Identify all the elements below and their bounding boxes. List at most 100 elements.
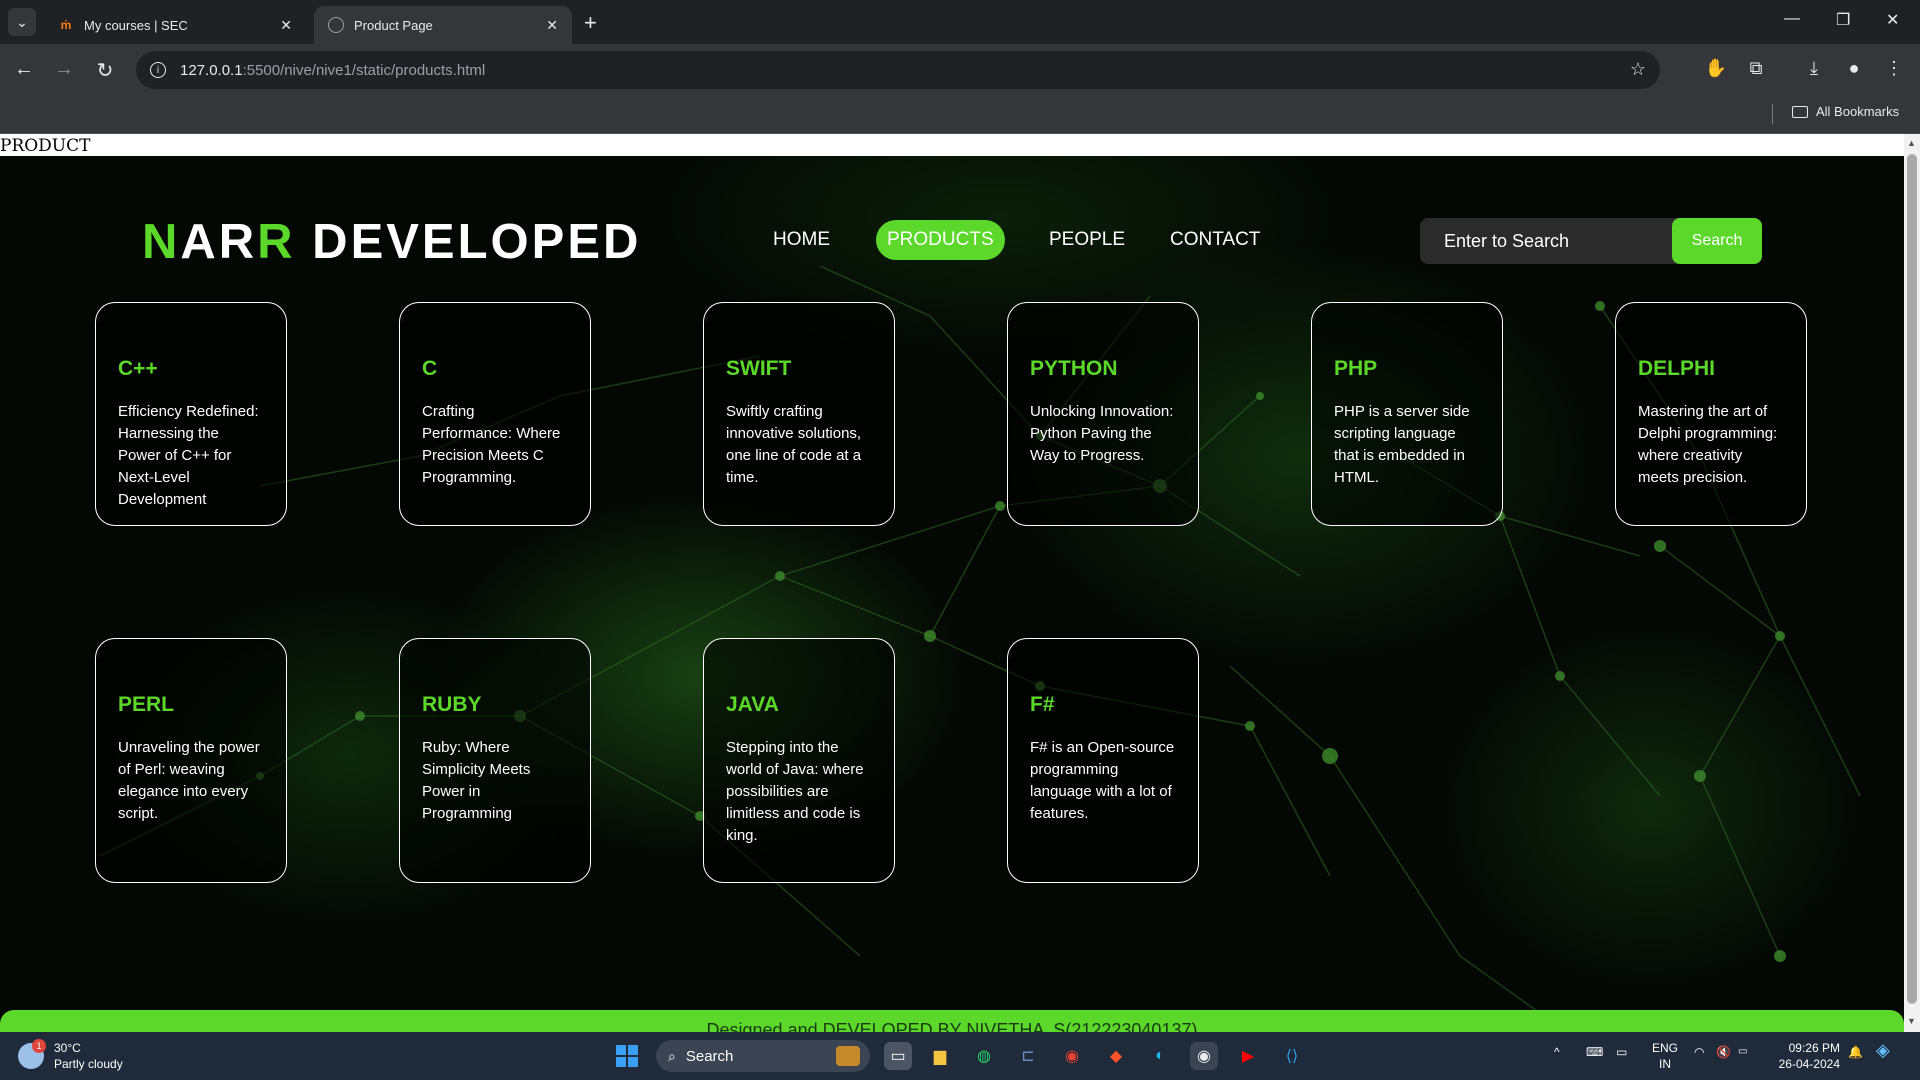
taskbar-search[interactable]: ⌕ Search: [656, 1040, 870, 1072]
product-card-ruby[interactable]: RUBY Ruby: Where Simplicity Meets Power …: [399, 638, 591, 883]
file-explorer-icon[interactable]: ▆: [926, 1042, 954, 1070]
keyboard-icon[interactable]: ⌨: [1586, 1044, 1603, 1060]
app-icon[interactable]: ⊏: [1014, 1042, 1042, 1070]
tab-close-icon[interactable]: ✕: [546, 17, 558, 34]
more-menu-icon[interactable]: ⋮: [1882, 58, 1906, 79]
nav-people[interactable]: PEOPLE: [1049, 220, 1125, 260]
product-card-perl[interactable]: PERL Unraveling the power of Perl: weavi…: [95, 638, 287, 883]
folder-icon: [1792, 105, 1808, 118]
product-card-c[interactable]: C Crafting Performance: Where Precision …: [399, 302, 591, 526]
card-text: Unlocking Innovation: Python Paving the …: [1030, 403, 1174, 464]
weather-cloud-icon: 1: [18, 1039, 46, 1069]
card-text: PHP is a server side scripting language …: [1334, 403, 1470, 486]
language-indicator[interactable]: ENG IN: [1652, 1040, 1678, 1072]
windows-taskbar: 1 30°C Partly cloudy ⌕ Search ▭ ▆ ◍ ⊏ ◉ …: [0, 1032, 1920, 1080]
tab-title: Product Page: [354, 17, 433, 33]
logo-letter-green: R: [257, 215, 296, 269]
card-title: PHP: [1334, 357, 1378, 380]
product-card-delphi[interactable]: DELPHI Mastering the art of Delphi progr…: [1615, 302, 1807, 526]
site-logo[interactable]: NARR DEVELOPED: [142, 214, 641, 270]
logo-letter-green: N: [142, 215, 181, 269]
language-line1: ENG: [1652, 1041, 1679, 1055]
all-bookmarks-label: All Bookmarks: [1816, 104, 1900, 119]
product-card-fsharp[interactable]: F# F# is an Open-source programming lang…: [1007, 638, 1199, 883]
tab-close-icon[interactable]: ✕: [280, 17, 292, 34]
card-title: RUBY: [422, 693, 482, 716]
reload-icon[interactable]: ↻: [93, 58, 117, 83]
card-text: Ruby: Where Simplicity Meets Power in Pr…: [422, 739, 531, 822]
logo-letter: A: [180, 215, 219, 269]
address-bar[interactable]: i 127.0.0.1:5500/nive/nive1/static/produ…: [136, 51, 1660, 89]
nav-products[interactable]: PRODUCTS: [876, 220, 1005, 260]
wifi-icon[interactable]: ◠: [1694, 1044, 1704, 1060]
star-icon[interactable]: ☆: [1630, 59, 1646, 80]
download-icon[interactable]: ⤓: [1802, 58, 1826, 79]
search-button[interactable]: Search: [1672, 218, 1762, 264]
search-icon: ⌕: [668, 1047, 676, 1064]
brave-icon[interactable]: ◆: [1102, 1042, 1130, 1070]
minimize-icon[interactable]: —: [1784, 10, 1800, 28]
site-info-icon[interactable]: i: [150, 62, 166, 78]
card-title: JAVA: [726, 693, 779, 716]
scroll-down-icon[interactable]: ▼: [1907, 1016, 1916, 1026]
task-view-icon[interactable]: ▭: [884, 1042, 912, 1070]
card-text: Efficiency Redefined: Harnessing the Pow…: [118, 403, 259, 508]
start-windows-icon[interactable]: [616, 1045, 638, 1067]
restore-icon[interactable]: ❐: [1836, 10, 1850, 30]
whatsapp-icon[interactable]: ◍: [970, 1042, 998, 1070]
card-text: Swiftly crafting innovative solutions, o…: [726, 403, 862, 486]
extension-puzzle-orange-icon[interactable]: ✋: [1704, 58, 1728, 79]
footer-credit: Designed and DEVELOPED BY NIVETHA .S(212…: [706, 1020, 1198, 1032]
chrome-icon[interactable]: ◉: [1058, 1042, 1086, 1070]
extensions-icon[interactable]: ⧉: [1744, 58, 1768, 79]
product-card-swift[interactable]: SWIFT Swiftly crafting innovative soluti…: [703, 302, 895, 526]
nav-contact[interactable]: CONTACT: [1170, 220, 1260, 260]
search-box: Search: [1420, 218, 1762, 264]
weather-temp: 30°C: [54, 1041, 81, 1055]
clock-date: 26-04-2024: [1778, 1057, 1840, 1071]
notification-bell-icon[interactable]: 🔔: [1848, 1044, 1863, 1060]
edge-icon[interactable]: ◐: [1146, 1042, 1174, 1070]
clock[interactable]: 09:26 PM 26-04-2024: [1764, 1040, 1840, 1072]
card-text: F# is an Open-source programming languag…: [1030, 739, 1175, 822]
youtube-icon[interactable]: ▶: [1234, 1042, 1262, 1070]
scroll-up-icon[interactable]: ▲: [1907, 138, 1916, 148]
tab-my-courses[interactable]: ṁ My courses | SEC ✕: [44, 6, 306, 44]
scrollbar-thumb[interactable]: [1907, 154, 1917, 1004]
bookmarks-separator: [1772, 104, 1773, 124]
product-card-python[interactable]: PYTHON Unlocking Innovation: Python Pavi…: [1007, 302, 1199, 526]
product-card-java[interactable]: JAVA Stepping into the world of Java: wh…: [703, 638, 895, 883]
product-card-cpp[interactable]: C++ Efficiency Redefined: Harnessing the…: [95, 302, 287, 526]
page-footer: Designed and DEVELOPED BY NIVETHA .S(212…: [0, 1010, 1904, 1032]
globe-favicon-icon: [328, 17, 344, 33]
profile-icon[interactable]: ●: [1842, 58, 1866, 79]
battery-icon[interactable]: ▭: [1738, 1044, 1747, 1060]
back-icon[interactable]: ←: [12, 58, 36, 81]
forward-icon[interactable]: →: [52, 58, 76, 81]
tab-search-menu-icon[interactable]: ⌄: [8, 8, 36, 36]
window-close-icon[interactable]: ✕: [1886, 10, 1899, 30]
clock-time: 09:26 PM: [1788, 1041, 1840, 1055]
weather-desc: Partly cloudy: [54, 1057, 123, 1071]
network-background-graphic: [99, 265, 1861, 1032]
weather-widget[interactable]: 1 30°C Partly cloudy: [18, 1039, 123, 1072]
card-title: DELPHI: [1638, 357, 1716, 380]
card-title: C: [422, 357, 438, 380]
new-tab-icon[interactable]: +: [584, 10, 597, 36]
all-bookmarks-button[interactable]: All Bookmarks: [1792, 104, 1899, 119]
moodle-favicon-icon: ṁ: [60, 18, 72, 32]
copilot-icon[interactable]: ◈: [1876, 1041, 1890, 1059]
tray-overflow-icon[interactable]: ^: [1554, 1044, 1560, 1060]
product-card-php[interactable]: PHP PHP is a server side scripting langu…: [1311, 302, 1503, 526]
volume-muted-icon[interactable]: 🔇: [1716, 1044, 1731, 1060]
page-scrollbar[interactable]: ▲ ▼: [1904, 134, 1920, 1032]
chrome-active-icon[interactable]: ◉: [1190, 1042, 1218, 1070]
weather-badge: 1: [32, 1039, 46, 1053]
display-icon[interactable]: ▭: [1616, 1044, 1627, 1060]
nav-home[interactable]: HOME: [773, 220, 830, 260]
url-path: :5500/nive/nive1/static/products.html: [242, 61, 486, 79]
tab-product-page[interactable]: Product Page ✕: [314, 6, 572, 44]
hero-section: NARR DEVELOPED HOME PRODUCTS PEOPLE CONT…: [0, 156, 1904, 1032]
search-input[interactable]: [1420, 218, 1672, 264]
vscode-icon[interactable]: ⟨⟩: [1278, 1042, 1306, 1070]
